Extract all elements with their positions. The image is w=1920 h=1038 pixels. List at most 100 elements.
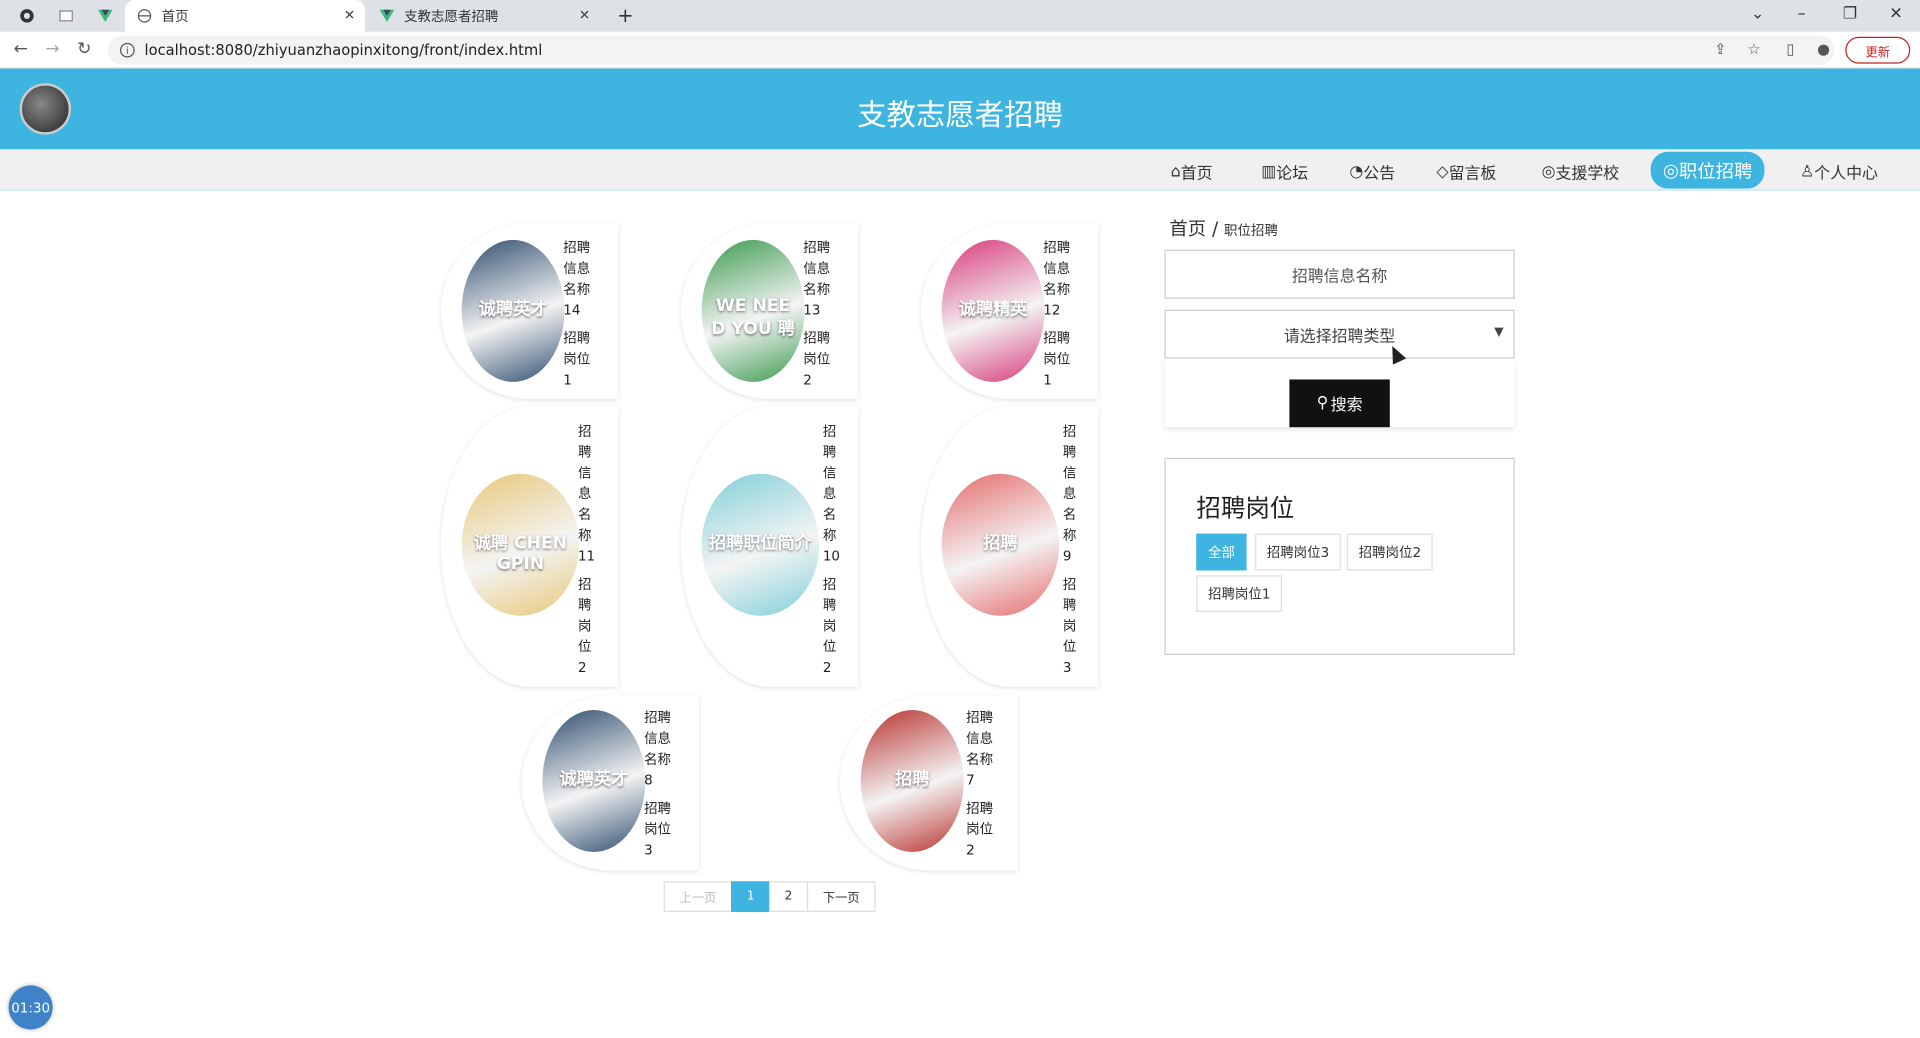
job-poster-image[interactable]: 招聘职位简介 <box>701 473 820 616</box>
nav-forum[interactable]: ▥ 论坛 <box>1249 155 1320 187</box>
home-icon: ⌂ <box>1170 162 1181 181</box>
site-title: 支教志愿者招聘 <box>857 97 1063 133</box>
close-icon[interactable]: ✕ <box>344 7 355 23</box>
job-name: 招聘信息名称13 <box>803 239 831 319</box>
job-card-text: 招聘信息名称13 招聘岗位2 <box>803 237 835 390</box>
main-nav: ⌂ 首页 ▥ 论坛 ◔ 公告 ◇ 留言板 ◎ 支援学校 ◎ 职位招聘 ♙ 个人中心 <box>0 149 1920 191</box>
nav-notice[interactable]: ◔ 公告 <box>1337 155 1407 187</box>
share-icon[interactable]: ⇪ <box>1714 40 1726 57</box>
poster-text: WE NEED YOU 聘 <box>711 296 795 340</box>
blank-page-icon <box>59 9 74 24</box>
poster-text: 诚聘 CHENGPIN <box>473 534 568 575</box>
job-poster-image[interactable]: 招聘 <box>860 709 964 852</box>
breadcrumb-current: 职位招聘 <box>1224 222 1278 239</box>
user-icon: ♙ <box>1800 162 1815 181</box>
globe-icon: ◎ <box>1662 159 1679 182</box>
job-post: 招聘岗位1 <box>563 330 591 389</box>
close-window-icon[interactable]: ✕ <box>1889 5 1902 23</box>
job-poster-image[interactable]: 诚聘 CHENGPIN <box>461 473 580 616</box>
tab-vue[interactable] <box>86 0 123 32</box>
job-card[interactable]: 诚聘精英 招聘信息名称12 招聘岗位1 <box>920 222 1099 400</box>
job-poster-image[interactable]: 诚聘英才 <box>461 239 565 382</box>
nav-jobs[interactable]: ◎ 职位招聘 <box>1650 151 1765 189</box>
tab-home[interactable]: 首页 ✕ <box>124 0 365 32</box>
info-icon[interactable]: i <box>120 42 135 58</box>
job-name-input[interactable]: 招聘信息名称 <box>1164 249 1515 299</box>
forward-icon[interactable]: → <box>45 39 59 59</box>
nav-messages[interactable]: ◇ 留言板 <box>1424 155 1509 187</box>
restore-icon[interactable]: ❐ <box>1843 5 1857 23</box>
poster-text: 诚聘精英 <box>958 300 1028 320</box>
job-card-text: 招聘信息名称11 招聘岗位2 <box>578 421 595 678</box>
search-button[interactable]: ⚲ 搜索 <box>1289 379 1390 428</box>
job-name: 招聘信息名称14 <box>563 239 591 319</box>
job-card[interactable]: 诚聘英才 招聘信息名称14 招聘岗位1 <box>440 222 619 400</box>
update-button[interactable]: 更新 <box>1845 36 1911 64</box>
tab-blank[interactable] <box>47 0 84 32</box>
job-name: 招聘信息名称9 <box>1062 423 1077 565</box>
job-card[interactable]: WE NEED YOU 聘招聘信息名称13 招聘岗位2 <box>680 222 859 400</box>
browser-tab-bar: 首页 ✕ 支教志愿者招聘 ✕ + ⌄ – ❐ ✕ <box>0 0 1920 32</box>
page-2-button[interactable]: 2 <box>768 881 809 912</box>
prev-page-button[interactable]: 上一页 <box>663 881 733 912</box>
tab-site[interactable]: 支教志愿者招聘 ✕ <box>367 0 600 32</box>
tab-title: 支教志愿者招聘 <box>404 8 499 25</box>
chevron-down-icon: ▼ <box>1494 325 1504 340</box>
job-name: 招聘信息名称8 <box>644 709 672 789</box>
url-field[interactable]: i localhost:8080/zhiyuanzhaopinxitong/fr… <box>107 35 1835 65</box>
job-type-select[interactable]: 请选择招聘类型 ▼ <box>1164 309 1515 359</box>
nav-schools[interactable]: ◎ 支援学校 <box>1529 155 1631 187</box>
job-card-text: 招聘信息名称7 招聘岗位2 <box>966 708 998 861</box>
breadcrumb: 首页 / 职位招聘 <box>1169 215 1278 241</box>
category-tag-all[interactable]: 全部 <box>1196 533 1247 571</box>
pagination: 上一页 1 2 下一页 <box>663 881 876 912</box>
sidebar-icon[interactable]: ▯ <box>1787 40 1795 57</box>
category-tag-2[interactable]: 招聘岗位2 <box>1346 533 1433 571</box>
job-poster-image[interactable]: 诚聘英才 <box>542 709 646 852</box>
nav-user-center[interactable]: ♙ 个人中心 <box>1788 155 1890 187</box>
chevron-down-icon[interactable]: ⌄ <box>1751 5 1764 23</box>
nav-home[interactable]: ⌂ 首页 <box>1158 155 1224 187</box>
vue-icon <box>97 9 113 24</box>
star-icon[interactable]: ☆ <box>1747 40 1760 57</box>
tab-github[interactable] <box>7 0 44 32</box>
search-panel: ⚲ 搜索 <box>1164 358 1515 428</box>
new-tab-icon[interactable]: + <box>617 4 633 27</box>
job-card-text: 招聘信息名称14 招聘岗位1 <box>563 237 595 390</box>
close-icon[interactable]: ✕ <box>579 7 590 23</box>
breadcrumb-home[interactable]: 首页 <box>1169 218 1206 240</box>
job-card[interactable]: 招聘职位简介 招聘信息名称10 招聘岗位2 <box>680 406 859 687</box>
job-name: 招聘信息名称7 <box>966 709 994 789</box>
category-panel: 招聘岗位 全部 招聘岗位3 招聘岗位2 招聘岗位1 <box>1164 457 1515 655</box>
timer-badge: 01:30 <box>8 985 53 1030</box>
job-card[interactable]: 诚聘英才 招聘信息名称8 招聘岗位3 <box>521 695 700 871</box>
address-bar: ← → ↻ i localhost:8080/zhiyuanzhaopinxit… <box>0 31 1920 69</box>
url-text: localhost:8080/zhiyuanzhaopinxitong/fron… <box>144 41 543 59</box>
next-page-button[interactable]: 下一页 <box>806 881 876 912</box>
job-card[interactable]: 招聘 招聘信息名称7 招聘岗位2 <box>840 695 1018 871</box>
job-poster-image[interactable]: 诚聘精英 <box>941 239 1045 382</box>
forum-icon: ▥ <box>1261 162 1277 181</box>
github-icon <box>20 9 35 24</box>
job-poster-image[interactable]: 招聘 <box>941 473 1060 616</box>
job-post: 招聘岗位2 <box>966 800 994 859</box>
site-header: 支教志愿者招聘 <box>0 68 1920 150</box>
job-card[interactable]: 招聘 招聘信息名称9 招聘岗位3 <box>920 406 1099 687</box>
job-card[interactable]: 诚聘 CHENGPIN 招聘信息名称11 招聘岗位2 <box>440 406 619 687</box>
reload-icon[interactable]: ↻ <box>77 39 91 59</box>
category-title: 招聘岗位 <box>1196 493 1295 523</box>
search-icon: ⚲ <box>1316 394 1329 413</box>
minimize-icon[interactable]: – <box>1798 5 1806 23</box>
job-post: 招聘岗位2 <box>803 330 831 389</box>
job-name: 招聘信息名称11 <box>577 423 596 565</box>
poster-text: 诚聘英才 <box>478 300 548 320</box>
category-tag-3[interactable]: 招聘岗位3 <box>1255 533 1341 571</box>
page-1-button[interactable]: 1 <box>731 881 771 912</box>
back-icon[interactable]: ← <box>13 39 27 59</box>
job-post: 招聘岗位2 <box>577 576 592 676</box>
job-poster-image[interactable]: WE NEED YOU 聘 <box>701 239 805 382</box>
category-tag-1[interactable]: 招聘岗位1 <box>1196 575 1283 613</box>
job-post: 招聘岗位1 <box>1043 330 1071 389</box>
poster-text: 招聘 <box>895 770 930 791</box>
profile-icon[interactable]: ● <box>1817 40 1830 57</box>
